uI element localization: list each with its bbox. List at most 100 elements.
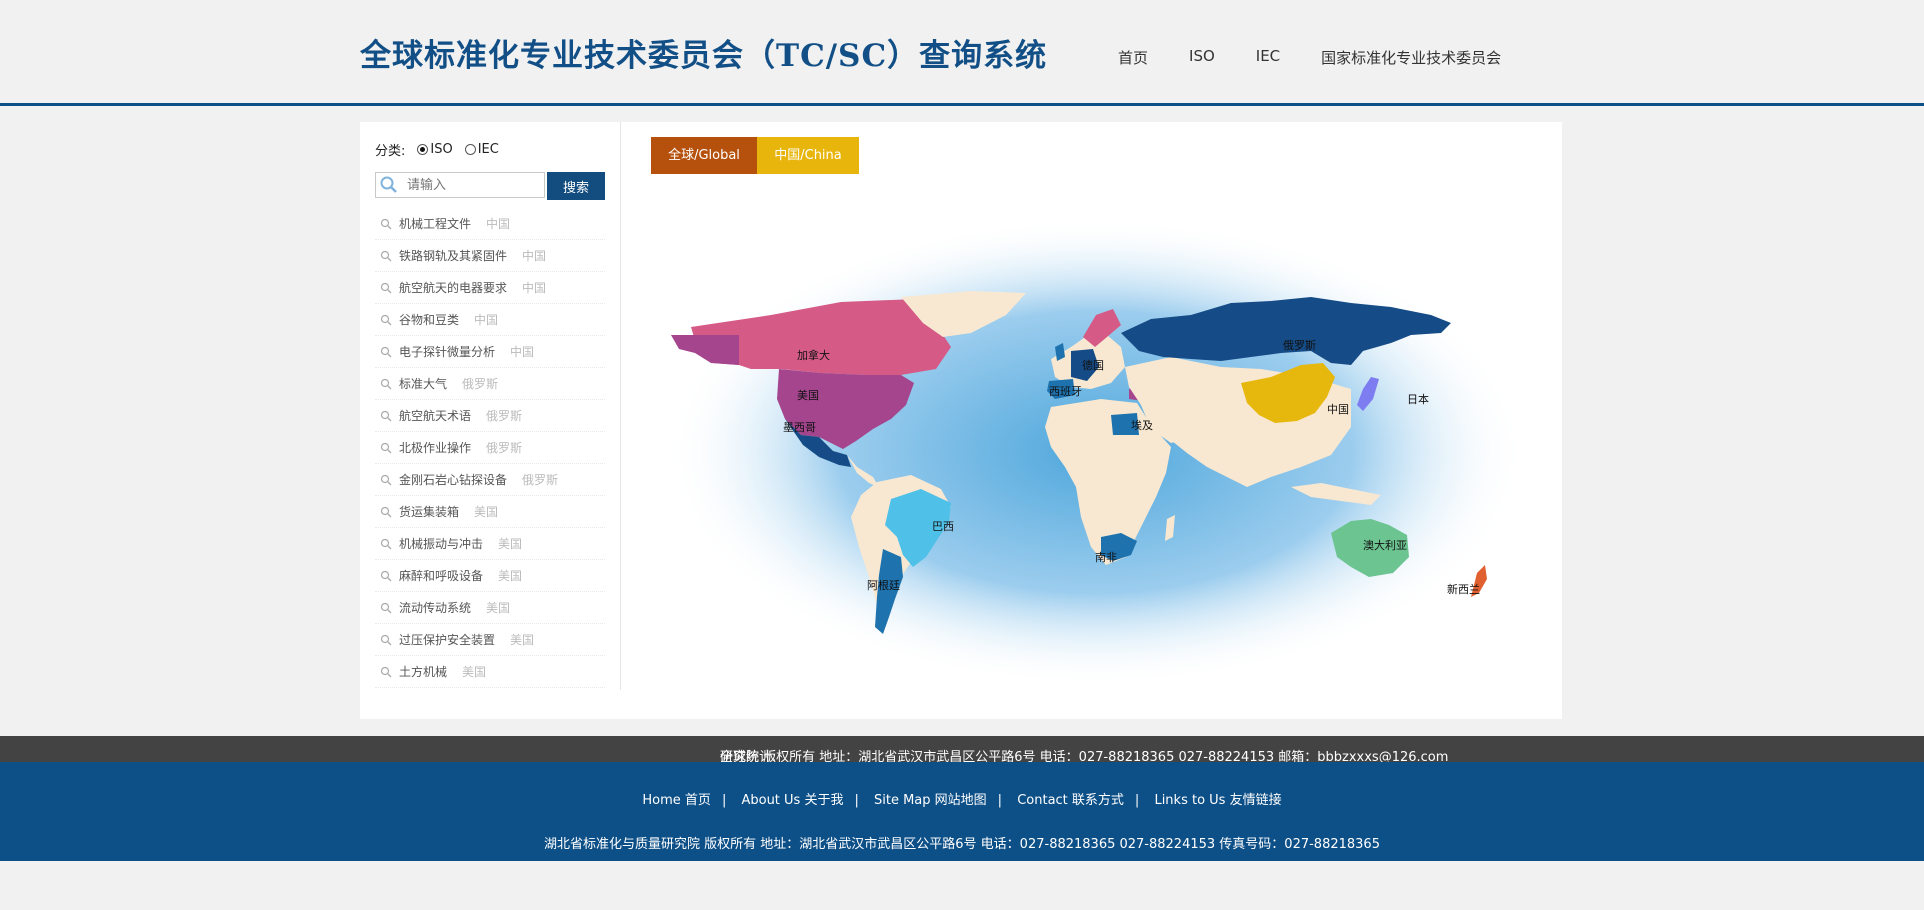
- search-icon: [380, 176, 397, 193]
- list-item-name[interactable]: 谷物和豆类: [399, 311, 459, 328]
- search-icon: [380, 666, 392, 677]
- search-icon: [380, 250, 392, 261]
- list-item-name[interactable]: 土方机械: [399, 663, 447, 680]
- search-icon: [380, 474, 392, 485]
- main-nav: 首页 ISO IEC 国家标准化专业技术委员会: [1118, 47, 1542, 68]
- search-icon: [380, 602, 392, 613]
- list-item-name[interactable]: 过压保护安全装置: [399, 631, 495, 648]
- category-label: 分类:: [375, 144, 406, 159]
- list-item[interactable]: 货运集装箱 美国: [375, 496, 605, 528]
- iec-radio-label[interactable]: IEC: [478, 142, 499, 157]
- list-item[interactable]: 航空航天术语 俄罗斯: [375, 400, 605, 432]
- list-item[interactable]: 过压保护安全装置 美国: [375, 624, 605, 656]
- list-item-country: 俄罗斯: [462, 377, 499, 391]
- footer-links: Home 首页 | About Us 关于我 | Site Map 网站地图 | Co…: [642, 793, 1282, 808]
- category-row: 分类: ISO IEC: [375, 140, 499, 159]
- list-item-name[interactable]: 标准大气: [399, 375, 447, 392]
- search-icon: [380, 282, 392, 293]
- list-item-country: 美国: [510, 633, 535, 647]
- search-icon: [380, 346, 392, 357]
- iso-radio[interactable]: [417, 144, 429, 155]
- label-japan: 日本: [1407, 392, 1429, 406]
- list-item-country: 俄罗斯: [486, 441, 523, 455]
- list-item[interactable]: 航空航天的电器要求 中国: [375, 272, 605, 304]
- search-icon: [380, 314, 392, 325]
- iso-radio-label[interactable]: ISO: [430, 142, 452, 157]
- list-item-name[interactable]: 机械工程文件: [399, 215, 471, 232]
- list-item[interactable]: 机械工程文件 中国: [375, 208, 605, 240]
- search-box: [375, 172, 545, 198]
- list-item-name[interactable]: 航空航天的电器要求: [399, 279, 507, 296]
- map-area: 全球/Global 中国/China 加拿大 美国 墨西哥 巴西 阿根廷 德国 …: [651, 137, 1541, 707]
- list-item-name[interactable]: 北极作业操作: [399, 439, 471, 456]
- list-item[interactable]: 标准大气 俄罗斯: [375, 368, 605, 400]
- list-item[interactable]: 流动传动系统 美国: [375, 592, 605, 624]
- label-australia: 澳大利亚: [1363, 538, 1407, 552]
- search-icon: [380, 538, 392, 549]
- list-item[interactable]: 机械振动与冲击 美国: [375, 528, 605, 560]
- label-canada: 加拿大: [797, 348, 830, 362]
- label-spain: 西班牙: [1049, 385, 1082, 398]
- list-item[interactable]: 北极作业操作 俄罗斯: [375, 432, 605, 464]
- label-new-zealand: 新西兰: [1447, 582, 1480, 596]
- list-item-country: 美国: [462, 665, 487, 679]
- list-item-name[interactable]: 航空航天术语: [399, 407, 471, 424]
- sidebar: 分类: ISO IEC 搜索 机械工程文件中国铁路钢轨及其紧固件中国航空航天的电…: [360, 122, 621, 690]
- iec-radio[interactable]: [464, 144, 476, 155]
- nav-iec[interactable]: IEC: [1256, 47, 1280, 68]
- label-russia: 俄罗斯: [1283, 339, 1316, 352]
- search-input[interactable]: [405, 176, 539, 194]
- footer-link-about[interactable]: About Us 关于我: [741, 793, 843, 808]
- list-item[interactable]: 金刚石岩心钻探设备 俄罗斯: [375, 464, 605, 496]
- list-item-country: 中国: [522, 249, 547, 263]
- list-item-country: 中国: [522, 281, 547, 295]
- search-icon: [380, 410, 392, 421]
- list-item-country: 美国: [486, 601, 511, 615]
- footer-link-sitemap[interactable]: Site Map 网站地图: [874, 793, 987, 808]
- label-china: 中国: [1327, 403, 1349, 416]
- tc-list: 机械工程文件 中国 铁路钢轨及其紧固件 中国 航空航天的电器要求 中国 谷物和豆类 中国 电子探…: [375, 208, 605, 688]
- list-item-country: 中国: [510, 345, 535, 359]
- list-item-name[interactable]: 麻醉和呼吸设备: [399, 567, 483, 584]
- search-button[interactable]: 搜索: [547, 172, 605, 200]
- list-item-name[interactable]: 电子探针微量分析: [399, 343, 495, 360]
- list-item-country: 中国: [486, 217, 511, 231]
- stats-bar: 全球统计: 研究院 版权所有 地址：湖北省武汉市武昌区公平路6号 电话：027-…: [0, 736, 1924, 765]
- list-item-country: 美国: [474, 505, 499, 519]
- label-south-africa: 南非: [1095, 551, 1117, 564]
- label-germany: 德国: [1082, 358, 1104, 372]
- label-argentina: 阿根廷: [867, 578, 900, 592]
- list-item[interactable]: 谷物和豆类 中国: [375, 304, 605, 336]
- list-item-country: 俄罗斯: [486, 409, 523, 423]
- site-header: 全球标准化专业技术委员会（TC/SC）查询系统 首页 ISO IEC 国家标准化…: [0, 0, 1924, 106]
- list-item-country: 美国: [498, 569, 523, 583]
- list-item-name[interactable]: 货运集装箱: [399, 503, 459, 520]
- list-item-name[interactable]: 金刚石岩心钻探设备: [399, 471, 507, 488]
- search-icon: [380, 570, 392, 581]
- footer-copyright: 湖北省标准化与质量研究院 版权所有 地址：湖北省武汉市武昌区公平路6号 电话：0…: [544, 837, 1380, 852]
- list-item-country: 俄罗斯: [522, 473, 559, 487]
- nav-iso[interactable]: ISO: [1189, 47, 1215, 68]
- list-item[interactable]: 铁路钢轨及其紧固件 中国: [375, 240, 605, 272]
- list-item-name[interactable]: 流动传动系统: [399, 599, 471, 616]
- site-title: 全球标准化专业技术委员会（TC/SC）查询系统: [360, 38, 1048, 74]
- site-footer: Home 首页 | About Us 关于我 | Site Map 网站地图 | Co…: [0, 762, 1924, 861]
- list-item-country: 中国: [474, 313, 499, 327]
- content-panel: 分类: ISO IEC 搜索 机械工程文件中国铁路钢轨及其紧固件中国航空航天的电…: [360, 122, 1562, 719]
- footer-link-friends[interactable]: Links to Us 友情链接: [1154, 793, 1281, 808]
- list-item[interactable]: 麻醉和呼吸设备 美国: [375, 560, 605, 592]
- search-icon: [380, 442, 392, 453]
- list-item-country: 美国: [498, 537, 523, 551]
- list-item[interactable]: 土方机械 美国: [375, 656, 605, 688]
- search-icon: [380, 378, 392, 389]
- list-item-name[interactable]: 铁路钢轨及其紧固件: [399, 247, 507, 264]
- label-brazil: 巴西: [932, 520, 954, 533]
- nav-national-committee[interactable]: 国家标准化专业技术委员会: [1321, 47, 1501, 68]
- list-item-name[interactable]: 机械振动与冲击: [399, 535, 483, 552]
- label-usa: 美国: [797, 389, 819, 402]
- nav-home[interactable]: 首页: [1118, 47, 1148, 68]
- list-item[interactable]: 电子探针微量分析 中国: [375, 336, 605, 368]
- footer-link-contact[interactable]: Contact 联系方式: [1017, 793, 1124, 808]
- footer-link-home[interactable]: Home 首页: [642, 793, 711, 808]
- search-icon: [380, 218, 392, 229]
